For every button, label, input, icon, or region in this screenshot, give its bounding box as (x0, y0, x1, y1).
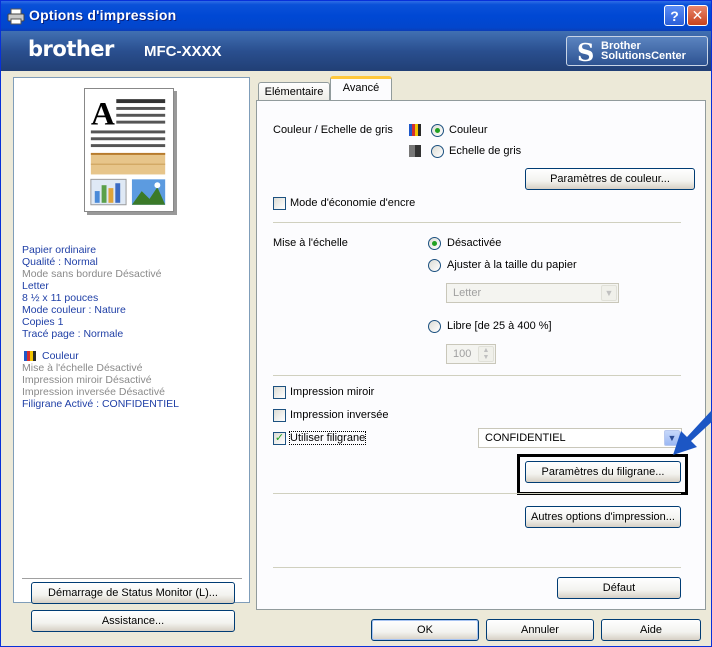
reverse-label[interactable]: Impression inversée (290, 409, 388, 421)
watermark-settings-button[interactable]: Paramètres du filigrane... (525, 461, 681, 483)
solutions-logo-icon: S (577, 38, 595, 67)
model-name: MFC-XXXX (144, 43, 222, 60)
cancel-button[interactable]: Annuler (486, 619, 594, 641)
scaling-free-label[interactable]: Libre [de 25 à 400 %] (447, 320, 552, 332)
watermark-value: CONFIDENTIEL (485, 432, 566, 444)
ok-button[interactable]: OK (371, 619, 479, 641)
summary-paper: Papier ordinaire (22, 244, 97, 256)
summary-quality: Qualité : Normal (22, 256, 98, 268)
settings-summary-panel: A Papier ordinaire Qualité : Normal Mode… (13, 77, 250, 603)
summary-reverse: Impression inversée Désactivé (22, 386, 165, 398)
watermark-label[interactable]: Utiliser filigrane (288, 431, 367, 445)
divider-1 (273, 222, 681, 223)
color-radio[interactable] (431, 124, 444, 137)
callout-arrow-icon (673, 411, 712, 455)
status-monitor-button[interactable]: Démarrage de Status Monitor (L)... (31, 582, 235, 604)
ink-save-checkbox[interactable] (273, 197, 286, 210)
summary-mirror: Impression miroir Désactivé (22, 374, 152, 386)
default-button[interactable]: Défaut (557, 577, 681, 599)
printer-icon (7, 8, 25, 25)
scaling-paper-select[interactable]: Letter ▼ (446, 283, 619, 303)
divider-4 (273, 567, 681, 568)
scaling-paper-value: Letter (453, 287, 482, 299)
summary-page-layout: Tracé page : Normale (22, 328, 124, 340)
window-title: Options d'impression (29, 7, 177, 23)
scaling-label: Mise à l'échelle (273, 237, 348, 249)
color-mode-icon (409, 124, 421, 136)
reverse-checkbox[interactable] (273, 409, 286, 422)
divider-3 (273, 493, 681, 494)
color-settings-button[interactable]: Paramètres de couleur... (525, 168, 695, 190)
help-title-button[interactable]: ? (664, 5, 685, 26)
left-divider (22, 578, 242, 580)
tab-avance[interactable]: Avancé (330, 76, 392, 100)
color-palette-icon (24, 351, 36, 361)
summary-watermark: Filigrane Activé : CONFIDENTIEL (22, 398, 179, 410)
page-preview-icon: A (84, 88, 174, 212)
summary-color: Couleur (22, 350, 179, 362)
divider-2 (273, 375, 681, 376)
scaling-off-label[interactable]: Désactivée (447, 237, 501, 249)
solutions-center-label: Brother SolutionsCenter (601, 40, 686, 62)
close-button[interactable]: ✕ (687, 5, 708, 26)
summary-paper-size: Letter (22, 280, 49, 292)
title-bar[interactable]: Options d'impression ? ✕ (1, 1, 711, 31)
spinner-arrows-icon: ▲ ▼ (478, 346, 494, 362)
summary-borderless: Mode sans bordure Désactivé (22, 268, 162, 280)
summary-paper-dimensions: 8 ½ x 11 pouces (22, 292, 99, 304)
assistance-button[interactable]: Assistance... (31, 610, 235, 632)
print-options-window: Options d'impression ? ✕ brother MFC-XXX… (0, 0, 712, 647)
scaling-fit-label[interactable]: Ajuster à la taille du papier (447, 259, 577, 271)
settings-summary: Papier ordinaire Qualité : Normal Mode s… (22, 244, 179, 410)
scaling-percent-spinner[interactable]: 100 ▲ ▼ (446, 344, 496, 364)
tab-elementaire[interactable]: Elémentaire (258, 82, 330, 102)
ink-save-label[interactable]: Mode d'économie d'encre (290, 197, 415, 209)
chevron-down-icon: ▼ (601, 285, 617, 301)
grayscale-option-label[interactable]: Echelle de gris (449, 145, 521, 157)
watermark-select[interactable]: CONFIDENTIEL ▼ (478, 428, 682, 448)
brand-bar: brother MFC-XXXX S Brother SolutionsCent… (1, 31, 711, 71)
grayscale-radio[interactable] (431, 145, 444, 158)
mirror-label[interactable]: Impression miroir (290, 386, 374, 398)
grayscale-icon (409, 145, 421, 157)
color-section-label: Couleur / Echelle de gris (273, 124, 393, 136)
mirror-checkbox[interactable] (273, 386, 286, 399)
svg-text:A: A (91, 96, 115, 133)
watermark-checkbox[interactable]: ✓ (273, 432, 286, 445)
help-button[interactable]: Aide (601, 619, 701, 641)
scaling-fit-radio[interactable] (428, 259, 441, 272)
summary-color-mode: Mode couleur : Nature (22, 304, 126, 316)
brother-logo: brother (28, 37, 114, 61)
solutions-center-button[interactable]: S Brother SolutionsCenter (566, 36, 708, 67)
scaling-percent-value: 100 (453, 348, 472, 360)
color-option-label[interactable]: Couleur (449, 124, 488, 136)
summary-copies: Copies 1 (22, 316, 64, 328)
summary-scaling: Mise à l'échelle Désactivé (22, 362, 143, 374)
scaling-free-radio[interactable] (428, 320, 441, 333)
other-options-button[interactable]: Autres options d'impression... (525, 506, 681, 528)
scaling-off-radio[interactable] (428, 237, 441, 250)
